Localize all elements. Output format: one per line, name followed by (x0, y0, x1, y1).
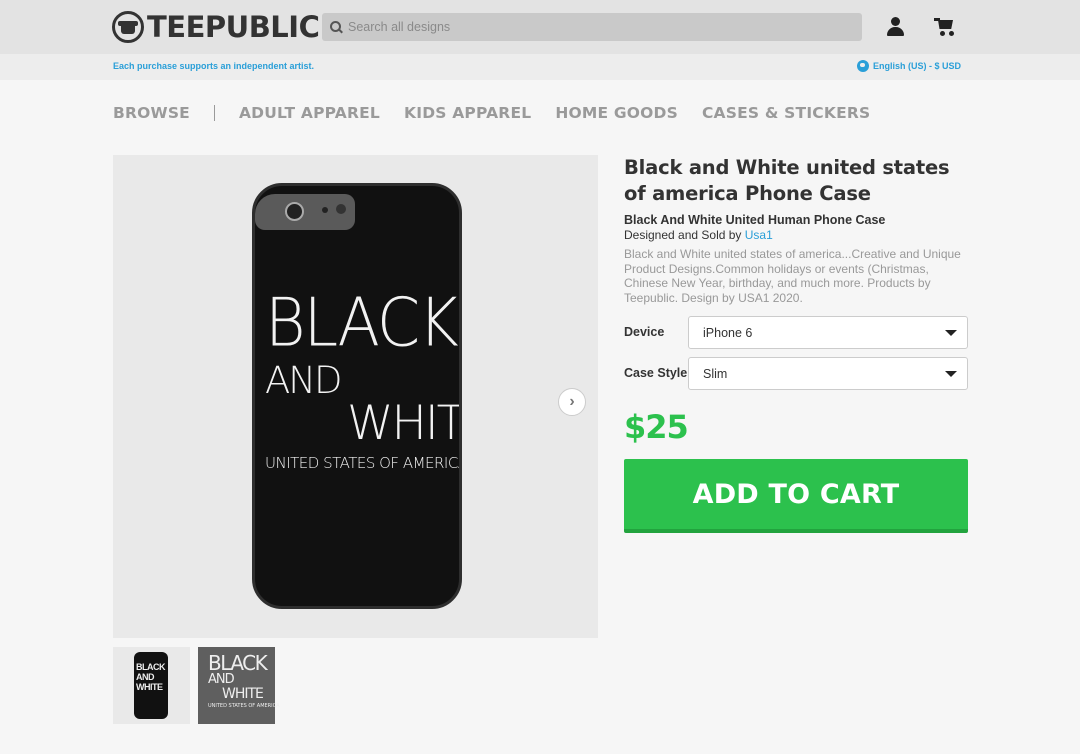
nav-browse[interactable]: BROWSE (113, 104, 190, 122)
device-option: Device iPhone 6 (624, 316, 968, 349)
case-style-option: Case Style Slim (624, 357, 968, 390)
device-select[interactable]: iPhone 6 (688, 316, 968, 349)
top-bar: TEEPUBLIC (0, 0, 1080, 54)
case-artwork: BLACK AND WHITE UNITED STATES OF AMERICA (265, 282, 462, 472)
nav-home-goods[interactable]: HOME GOODS (555, 104, 678, 122)
nav-kids-apparel[interactable]: KIDS APPAREL (404, 104, 531, 122)
thumbnail-phone-case[interactable]: BLACK AND WHITE (113, 647, 190, 724)
artist-link[interactable]: Usa1 (745, 228, 773, 242)
add-to-cart-button[interactable]: ADD TO CART (624, 459, 968, 533)
caret-down-icon (945, 330, 957, 336)
user-icon[interactable] (886, 17, 906, 37)
chevron-right-icon: › (569, 393, 575, 410)
phone-case-image: BLACK AND WHITE UNITED STATES OF AMERICA (252, 183, 462, 609)
thumbnail-strip: BLACK AND WHITE BLACK AND WHITE UNITED S… (113, 647, 280, 724)
locale-label: English (US) - $ USD (872, 61, 961, 71)
case-style-select[interactable]: Slim (688, 357, 968, 390)
design-name: Black And White United Human Phone Case (624, 213, 886, 227)
thumbnail-design[interactable]: BLACK AND WHITE UNITED STATES OF AMERICA (198, 647, 280, 724)
sub-bar: Each purchase supports an independent ar… (0, 54, 1080, 80)
nav-cases-stickers[interactable]: CASES & STICKERS (702, 104, 870, 122)
case-style-value: Slim (703, 366, 728, 381)
byline: Designed and Sold by Usa1 (624, 228, 773, 242)
price: $25 (624, 408, 689, 446)
search-icon (330, 21, 342, 33)
product-description: Black and White united states of america… (624, 247, 961, 305)
search-input[interactable] (348, 20, 848, 34)
next-image-button[interactable]: › (558, 388, 586, 416)
tagline: Each purchase supports an independent ar… (113, 61, 315, 71)
logo-text: TEEPUBLIC (147, 10, 320, 44)
category-nav: BROWSE ADULT APPAREL KIDS APPAREL HOME G… (113, 104, 870, 122)
cart-icon[interactable] (934, 17, 956, 37)
caret-down-icon (945, 371, 957, 377)
logo[interactable]: TEEPUBLIC (112, 10, 320, 44)
product-details: Black and White united states of america… (624, 155, 969, 305)
case-style-label: Case Style (624, 366, 688, 380)
nav-divider (213, 105, 215, 121)
thumbnail-case-artwork: BLACK AND WHITE (134, 652, 168, 719)
device-label: Device (624, 325, 665, 339)
product-image[interactable]: BLACK AND WHITE UNITED STATES OF AMERICA… (113, 155, 598, 638)
tshirt-logo-icon (112, 11, 144, 43)
globe-icon (856, 60, 869, 72)
device-value: iPhone 6 (703, 325, 753, 340)
nav-adult-apparel[interactable]: ADULT APPAREL (239, 104, 380, 122)
product-title: Black and White united states of america… (624, 156, 950, 205)
search-bar[interactable] (322, 13, 862, 41)
locale-selector[interactable]: English (US) - $ USD (856, 60, 961, 72)
camera-lens-icon (285, 202, 304, 221)
